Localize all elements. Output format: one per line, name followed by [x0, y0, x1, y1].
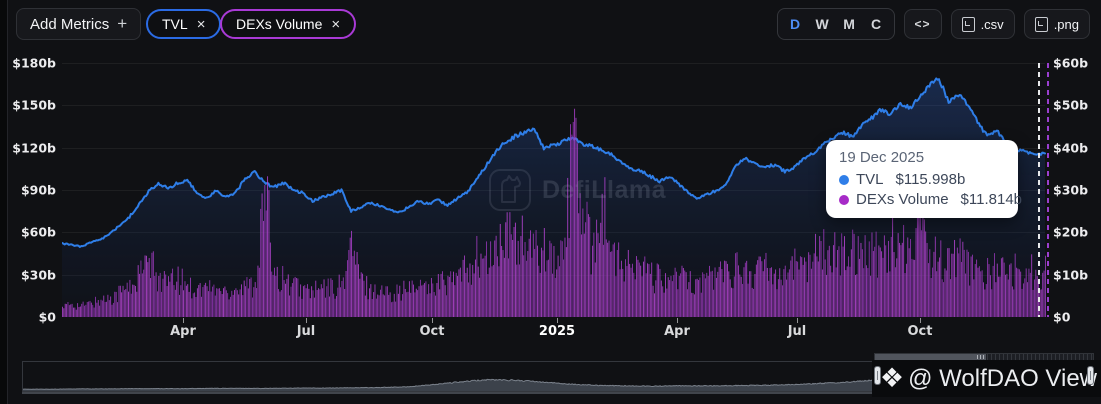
y-left-tick: $60b: [20, 224, 56, 240]
tooltip-label: DEXs Volume: [856, 191, 949, 208]
period-button-w[interactable]: W: [809, 16, 836, 32]
add-metrics-button[interactable]: Add Metrics +: [16, 8, 142, 40]
crosshair-line: [1038, 63, 1040, 317]
plus-icon: +: [117, 14, 128, 33]
x-tick-label: Apr: [170, 324, 196, 339]
defillama-chart-app: Add Metrics + TVL × DEXs Volume × DWMC <…: [0, 0, 1101, 404]
x-tick-mark: [920, 318, 921, 323]
wolfdao-diamond-icon: ❖: [879, 363, 905, 393]
x-tick-mark: [183, 318, 184, 323]
png-label: .png: [1053, 16, 1079, 32]
x-tick-label: Jul: [296, 324, 316, 339]
y-left-tick: $180b: [12, 55, 56, 71]
y-left-tick: $90b: [20, 182, 56, 198]
tooltip-date: 19 Dec 2025: [839, 149, 925, 166]
y-right-tick: $30b: [1053, 182, 1089, 198]
tooltip-value: $11.814b: [960, 191, 1022, 208]
brand-watermark: ❖ @ WolfDAO View: [871, 360, 1101, 397]
file-icon: [961, 16, 975, 32]
metric-pill-label: TVL: [162, 16, 188, 32]
metric-pill-label: DEXs Volume: [236, 16, 323, 32]
x-tick-mark: [677, 318, 678, 323]
y-left-tick: $150b: [12, 97, 56, 113]
x-tick-label: Oct: [907, 324, 933, 339]
period-button-c[interactable]: C: [863, 16, 890, 32]
embed-button[interactable]: <>: [903, 9, 942, 39]
y-right-tick: $0: [1053, 309, 1071, 325]
metric-pill-tvl[interactable]: TVL ×: [146, 9, 222, 39]
x-tick-mark: [797, 318, 798, 323]
x-tick-label: 2025: [538, 324, 576, 339]
y-right-tick: $60b: [1053, 55, 1089, 71]
file-icon: [1034, 16, 1048, 32]
brand-watermark-text: @ WolfDAO View: [908, 364, 1097, 392]
y-right-tick: $50b: [1053, 97, 1089, 113]
tooltip-value: $115.998b: [895, 171, 966, 188]
tooltip-label: TVL: [856, 171, 884, 188]
add-metrics-label: Add Metrics: [30, 15, 110, 33]
x-tick-label: Oct: [419, 324, 445, 339]
period-selector: DWMC: [776, 8, 895, 40]
toolbar: Add Metrics + TVL × DEXs Volume × DWMC <…: [8, 0, 1101, 48]
y-right-tick: $40b: [1053, 140, 1089, 156]
csv-label: .csv: [980, 16, 1004, 32]
x-tick-mark: [306, 318, 307, 323]
export-csv-button[interactable]: .csv: [950, 9, 1015, 39]
x-tick-mark: [557, 318, 558, 323]
latest-data-marker-line: [1047, 63, 1049, 317]
code-icon: <>: [914, 17, 931, 31]
scrollbar-grip-icon: [977, 355, 984, 359]
y-right-tick: $10b: [1053, 267, 1089, 283]
tooltip-row-dexs: DEXs Volume $11.814b: [839, 191, 1022, 208]
navigator-left-handle[interactable]: [874, 366, 881, 385]
y-left-tick: $30b: [20, 267, 56, 283]
navigator-right-handle[interactable]: [1087, 366, 1094, 385]
chart-tools: DWMC <> .csv .png: [776, 8, 1090, 40]
close-icon[interactable]: ×: [197, 17, 206, 32]
y-left-tick: $120b: [12, 140, 56, 156]
y-right-tick: $20b: [1053, 224, 1089, 240]
period-button-d[interactable]: D: [782, 16, 809, 32]
dexs-series-dot: [839, 194, 849, 205]
metric-pill-dexs-volume[interactable]: DEXs Volume ×: [220, 9, 357, 39]
tooltip-row-tvl: TVL $115.998b: [839, 171, 1005, 188]
x-tick-label: Apr: [664, 324, 690, 339]
x-tick-label: Jul: [787, 324, 807, 339]
chart-tooltip: 19 Dec 2025 TVL $115.998b DEXs Volume $1…: [826, 140, 1022, 218]
x-tick-mark: [432, 318, 433, 323]
tvl-series-dot: [839, 174, 849, 185]
period-button-m[interactable]: M: [836, 16, 863, 32]
y-left-tick: $0: [38, 309, 56, 325]
export-png-button[interactable]: .png: [1023, 9, 1090, 39]
close-icon[interactable]: ×: [331, 17, 340, 32]
